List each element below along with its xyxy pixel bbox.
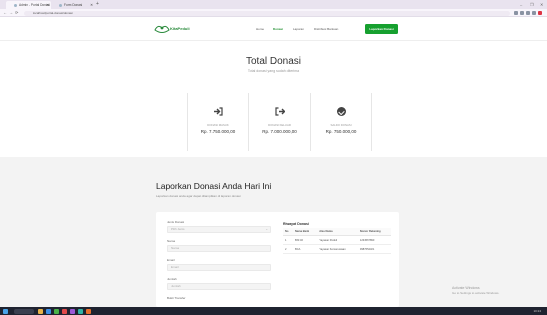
page-subtitle: Total donasi yang sudah diterima xyxy=(247,69,300,73)
report-section: Laporkan Donasi Anda Hari Ini Laporkan d… xyxy=(0,157,547,307)
check-circle-icon xyxy=(311,107,371,119)
watermark-line: Go to Settings to activate Windows. xyxy=(452,291,500,295)
table-cell: 0987654321 xyxy=(357,244,391,254)
card-value: Rp. 7.750.000,00 xyxy=(200,129,236,134)
favicon-icon xyxy=(59,3,62,7)
field-label: Bukti Transfer xyxy=(167,296,186,300)
card-label: DONASI MASUK xyxy=(207,123,229,127)
nav-home[interactable]: Home xyxy=(256,27,264,31)
browser-tab-bar: Admin - Portal Donasi ✕ Form Donasi ✕ + … xyxy=(0,0,547,9)
favicon-icon xyxy=(14,3,17,7)
column-header: Nomor Rekening xyxy=(357,228,391,236)
app-icon[interactable] xyxy=(70,308,75,314)
rekening-table: No Nama Bank Atas Nama Nomor Rekening 1 … xyxy=(283,228,391,254)
logo-text: KitaPeduli xyxy=(170,26,190,31)
field-label: Nama xyxy=(167,239,176,243)
reload-button[interactable]: ⟳ xyxy=(15,9,18,17)
logo-icon[interactable] xyxy=(153,23,171,35)
address-bar[interactable]: localhost/portal-donasi/donasi xyxy=(24,10,510,16)
card-value: Rp. 750.000,00 xyxy=(325,129,357,134)
chevron-down-icon: ⌄ xyxy=(265,227,268,231)
clock[interactable]: 10:24 xyxy=(533,307,541,315)
close-window-button[interactable]: ✕ xyxy=(540,0,543,9)
back-button[interactable]: ← xyxy=(3,9,7,17)
table-cell: BNI 46 xyxy=(292,235,318,245)
table-cell: 1 xyxy=(283,235,293,245)
summary-cards: DONASI MASUK Rp. 7.750.000,00 DONASI KEL… xyxy=(187,93,372,151)
table-row: 2 BCA Yayasan Kemanusiaan 0987654321 xyxy=(283,244,391,254)
table-row: 1 BNI 46 Yayasan Peduli 1234567890 xyxy=(283,235,391,245)
restore-button[interactable]: ❐ xyxy=(530,0,534,9)
app-icon[interactable] xyxy=(78,308,83,314)
extension-icon[interactable] xyxy=(514,11,518,15)
saldo-donasi-card: SALDO DONASI Rp. 750.000,00 xyxy=(311,93,372,151)
table-cell: 1234567890 xyxy=(357,235,391,245)
profile-icon[interactable] xyxy=(532,11,536,15)
table-title: Riwayat Donasi xyxy=(283,222,309,226)
jenis-donasi-select[interactable]: Pilih Jenis ⌄ xyxy=(167,226,271,233)
email-input[interactable]: Email xyxy=(167,264,271,271)
card-label: SALDO DONASI xyxy=(330,123,352,127)
nav-distribusi[interactable]: Distribusi Bantuan xyxy=(314,27,338,31)
app-icon[interactable] xyxy=(46,308,51,314)
folder-icon[interactable] xyxy=(38,308,43,314)
sign-in-icon xyxy=(188,107,248,119)
downloads-icon[interactable] xyxy=(526,11,530,15)
nav-laporan[interactable]: Laporan xyxy=(293,27,304,31)
column-header: No xyxy=(283,228,293,236)
taskbar: 10:24 xyxy=(0,307,547,315)
browser-tab[interactable]: Admin - Portal Donasi ✕ xyxy=(6,1,51,9)
laporkan-donasi-button[interactable]: Laporkan Donasi xyxy=(365,24,398,34)
report-subtitle: Laporkan donasi anda agar dapat ditampil… xyxy=(156,194,241,198)
forward-button[interactable]: → xyxy=(9,9,13,17)
close-tab-icon[interactable]: ✕ xyxy=(46,1,49,9)
jumlah-input[interactable]: Jumlah xyxy=(167,283,271,290)
url-text: localhost/portal-donasi/donasi xyxy=(33,10,73,15)
column-header: Nama Bank xyxy=(292,228,318,236)
new-tab-button[interactable]: + xyxy=(96,1,99,8)
nama-input[interactable]: Nama xyxy=(167,245,271,252)
sign-out-icon xyxy=(249,107,310,119)
field-label: Jumlah xyxy=(167,277,177,281)
report-panel: Jenis Donasi Pilih Jenis ⌄ Nama Nama Ema… xyxy=(156,212,399,307)
page-title: Total Donasi xyxy=(245,56,302,67)
column-header: Atas Nama xyxy=(317,228,358,236)
browser-tab[interactable]: Form Donasi ✕ xyxy=(51,1,95,9)
table-header-row: No Nama Bank Atas Nama Nomor Rekening xyxy=(283,228,391,236)
field-label: Email xyxy=(167,258,175,262)
select-value: Pilih Jenis xyxy=(171,227,185,231)
field-label: Jenis Donasi xyxy=(167,220,185,224)
minimize-button[interactable]: – xyxy=(520,0,522,9)
taskbar-search[interactable] xyxy=(14,308,34,314)
card-label: DONASI KELUAR xyxy=(268,123,291,127)
donasi-keluar-card: DONASI KELUAR Rp. 7.000.000,00 xyxy=(249,93,311,151)
app-icon[interactable] xyxy=(62,308,67,314)
app-icon[interactable] xyxy=(86,308,91,314)
activation-watermark: Activate Windows Go to Settings to activ… xyxy=(452,286,499,296)
browser-toolbar: ← → ⟳ localhost/portal-donasi/donasi xyxy=(0,9,547,17)
start-icon[interactable] xyxy=(3,308,8,314)
menu-icon[interactable] xyxy=(538,11,542,15)
report-title: Laporkan Donasi Anda Hari Ini xyxy=(156,181,272,191)
close-tab-icon[interactable]: ✕ xyxy=(90,1,93,9)
table-cell: BCA xyxy=(292,244,318,254)
bookmark-icon[interactable] xyxy=(520,11,524,15)
nav-donasi[interactable]: Donasi xyxy=(273,27,283,31)
card-value: Rp. 7.000.000,00 xyxy=(262,129,297,134)
tab-title: Form Donasi xyxy=(64,3,83,7)
table-cell: 2 xyxy=(283,244,293,254)
donasi-masuk-card: DONASI MASUK Rp. 7.750.000,00 xyxy=(187,93,249,151)
site-header: KitaPeduli Home Donasi Laporan Distribus… xyxy=(0,17,547,41)
app-icon[interactable] xyxy=(54,308,59,314)
table-cell: Yayasan Peduli xyxy=(317,235,358,245)
table-cell: Yayasan Kemanusiaan xyxy=(317,244,358,254)
